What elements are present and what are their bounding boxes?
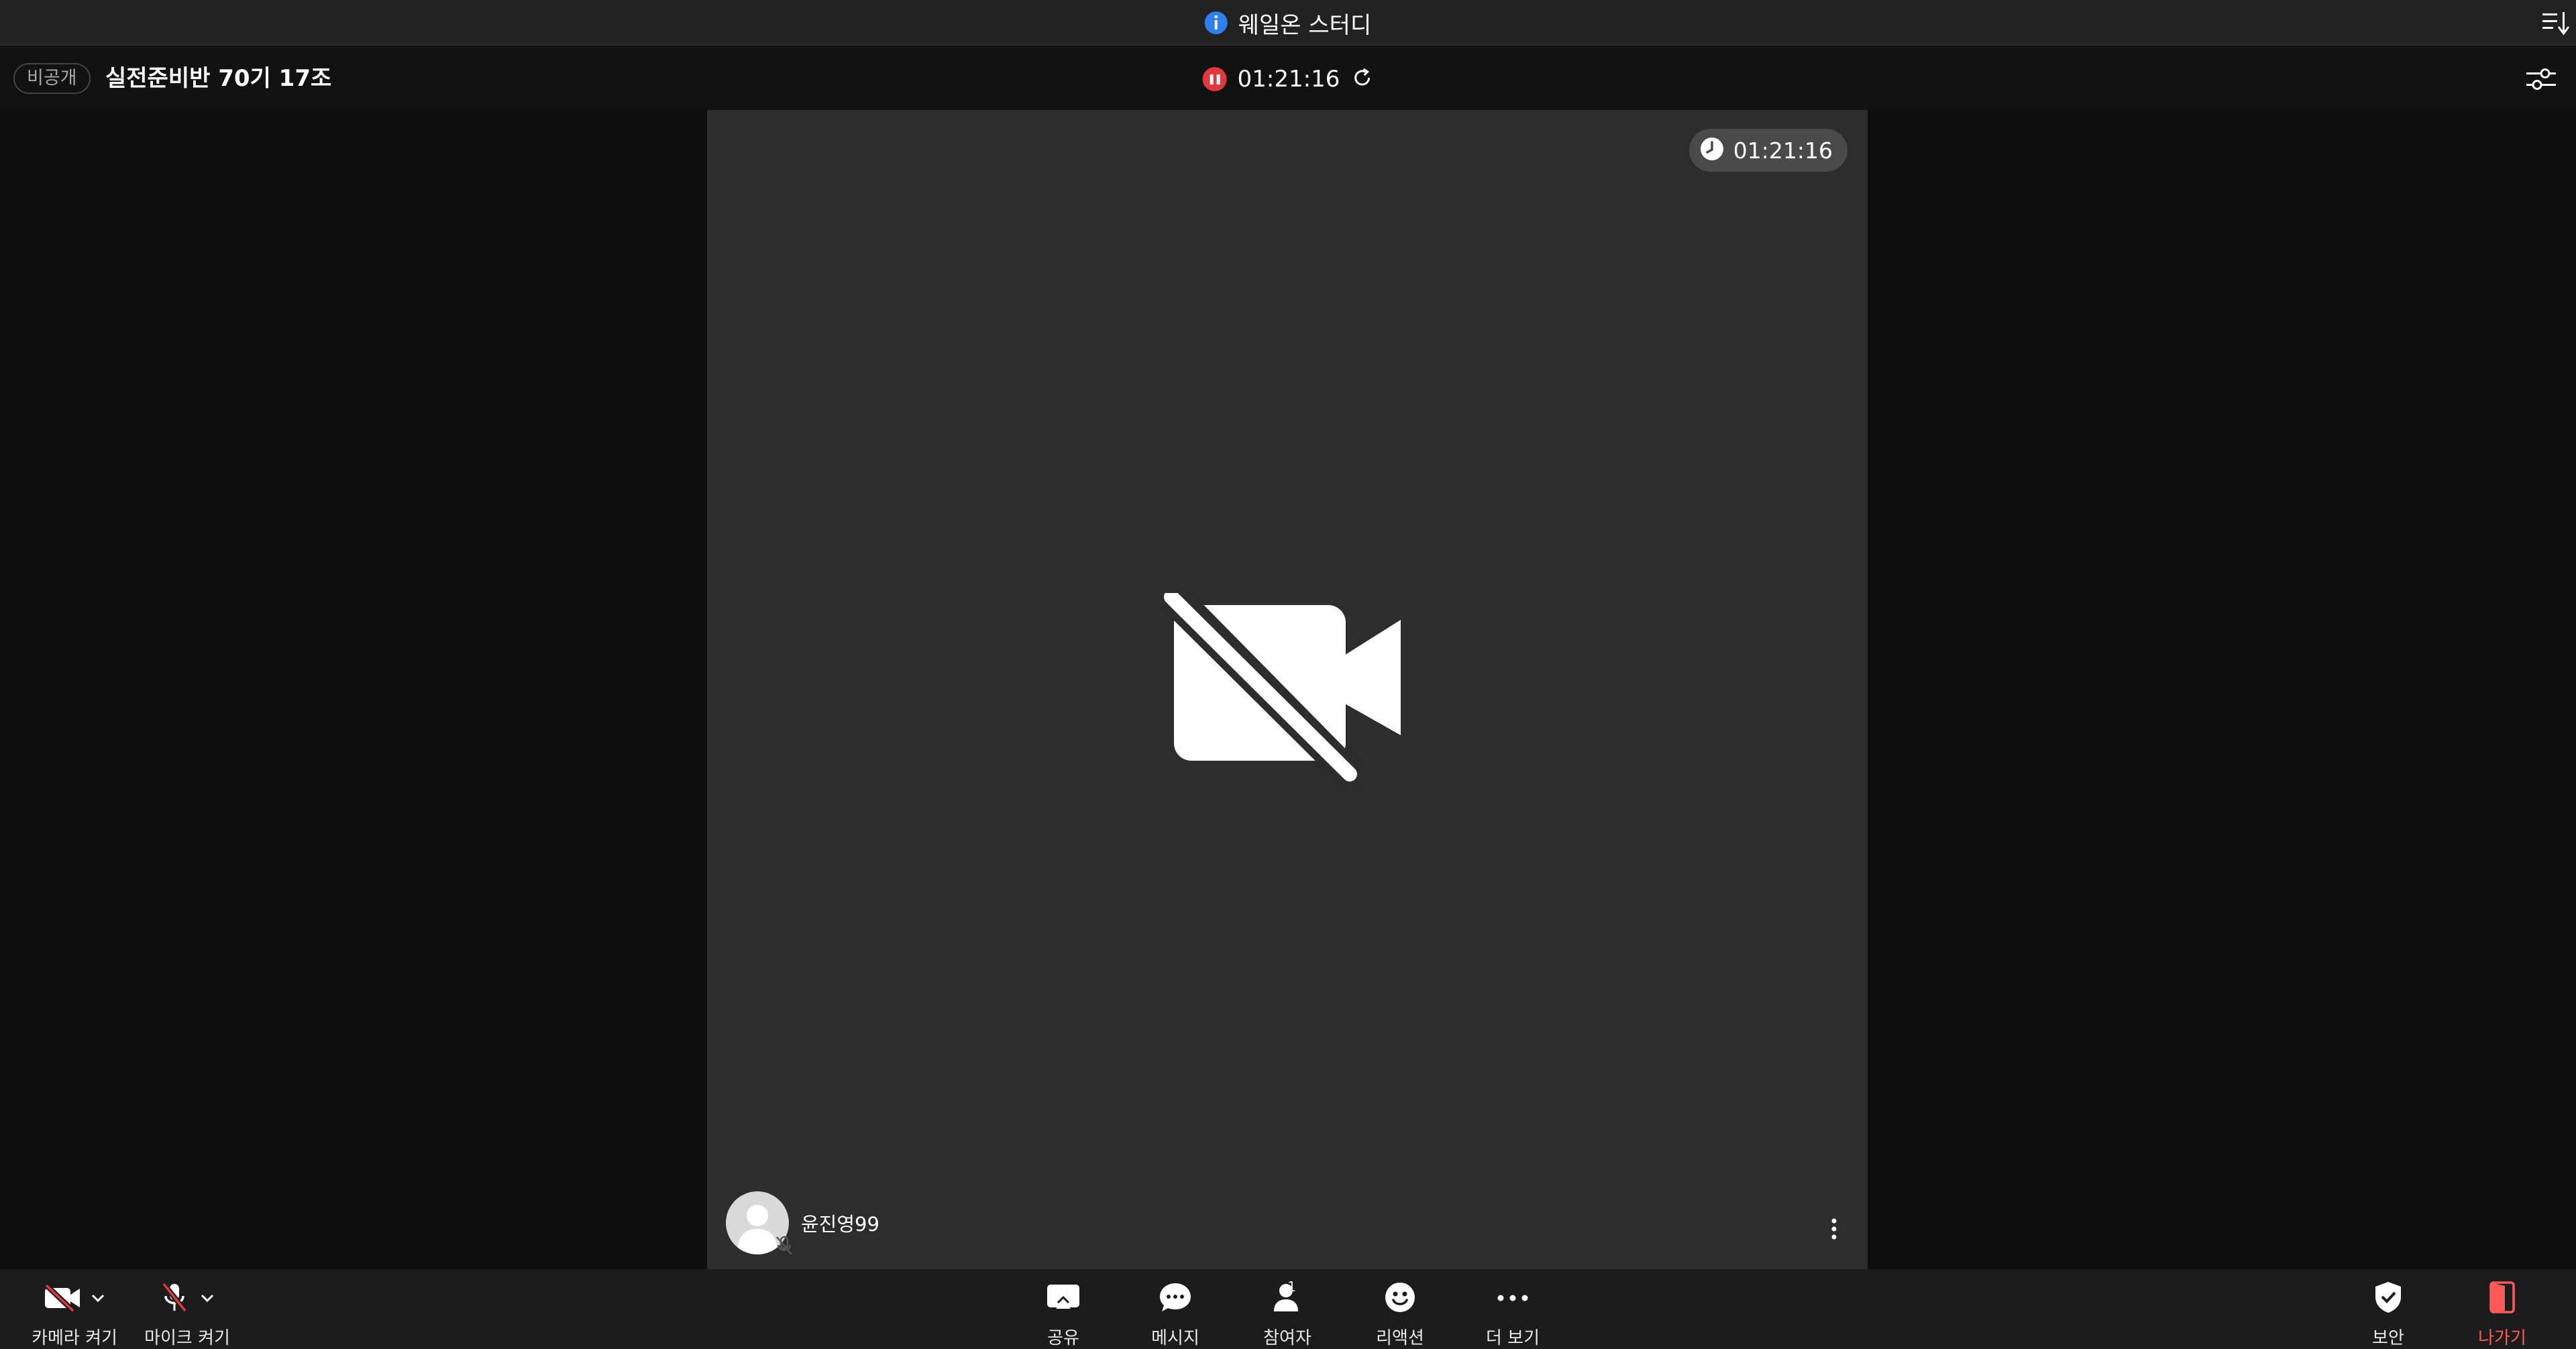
sort-list-icon[interactable] [2541, 7, 2571, 39]
title-bar: 웨일온 스터디 [0, 0, 2576, 46]
room-title: 실전준비반 70기 17조 [105, 65, 332, 92]
reaction-label: 리액션 [1376, 1328, 1424, 1348]
more-options-icon[interactable] [1827, 1216, 1841, 1242]
camera-off-icon [44, 1283, 81, 1315]
security-button[interactable]: 보안 [2355, 1269, 2422, 1349]
camera-label: 카메라 켜기 [32, 1328, 117, 1348]
share-button[interactable]: 공유 [1026, 1269, 1100, 1349]
chevron-down-icon[interactable] [91, 1293, 105, 1305]
control-toolbar: 카메라 켜기 마이크 켜기 공유 메시지 1 참여자 리액션 더 보기 보안 나… [0, 1269, 2576, 1349]
more-horizontal-icon [1497, 1293, 1529, 1305]
mic-off-icon [160, 1281, 189, 1316]
exit-door-icon [2489, 1281, 2516, 1317]
chevron-down-icon[interactable] [200, 1293, 215, 1305]
visibility-badge: 비공개 [13, 63, 91, 94]
mic-label: 마이크 켜기 [144, 1328, 230, 1348]
camera-toggle-button[interactable]: 카메라 켜기 [31, 1269, 118, 1349]
sliders-icon[interactable] [2524, 63, 2559, 95]
recording-time: 01:21:16 [1237, 66, 1340, 93]
elapsed-time: 01:21:16 [1733, 137, 1833, 164]
participant-tile-label: 윤진영99 [726, 1191, 879, 1257]
mic-off-icon [773, 1234, 796, 1257]
refresh-icon[interactable] [1350, 66, 1373, 92]
participants-count: 1 [1287, 1279, 1296, 1295]
leave-label: 나가기 [2478, 1328, 2526, 1348]
title-center: 웨일온 스터디 [1204, 0, 1372, 46]
info-icon[interactable] [1204, 11, 1228, 34]
security-label: 보안 [2372, 1328, 2404, 1348]
shield-check-icon [2373, 1281, 2403, 1317]
participants-button[interactable]: 1 참여자 [1250, 1269, 1324, 1349]
meeting-header: 비공개 실전준비반 70기 17조 01:21:16 [0, 47, 2576, 110]
more-button[interactable]: 더 보기 [1476, 1269, 1550, 1349]
participant-name: 윤진영99 [801, 1213, 879, 1236]
camera-off-icon [1157, 578, 1411, 789]
message-button[interactable]: 메시지 [1138, 1269, 1212, 1349]
chat-bubble-icon [1159, 1281, 1192, 1316]
app-title: 웨일온 스터디 [1238, 11, 1372, 39]
message-label: 메시지 [1151, 1328, 1199, 1348]
participants-label: 참여자 [1263, 1328, 1311, 1348]
pause-recording-icon[interactable] [1202, 67, 1227, 91]
video-stage: 01:21:16 윤진영99 [707, 110, 1868, 1269]
reaction-button[interactable]: 리액션 [1363, 1269, 1437, 1349]
share-screen-icon [1046, 1282, 1081, 1315]
share-label: 공유 [1047, 1328, 1079, 1348]
more-label: 더 보기 [1485, 1328, 1540, 1348]
leave-button[interactable]: 나가기 [2469, 1269, 2536, 1349]
clock-icon [1700, 137, 1724, 164]
recording-status: 01:21:16 [1202, 64, 1374, 94]
smile-icon [1384, 1281, 1416, 1316]
mic-toggle-button[interactable]: 마이크 켜기 [144, 1269, 231, 1349]
elapsed-timer: 01:21:16 [1688, 129, 1847, 172]
